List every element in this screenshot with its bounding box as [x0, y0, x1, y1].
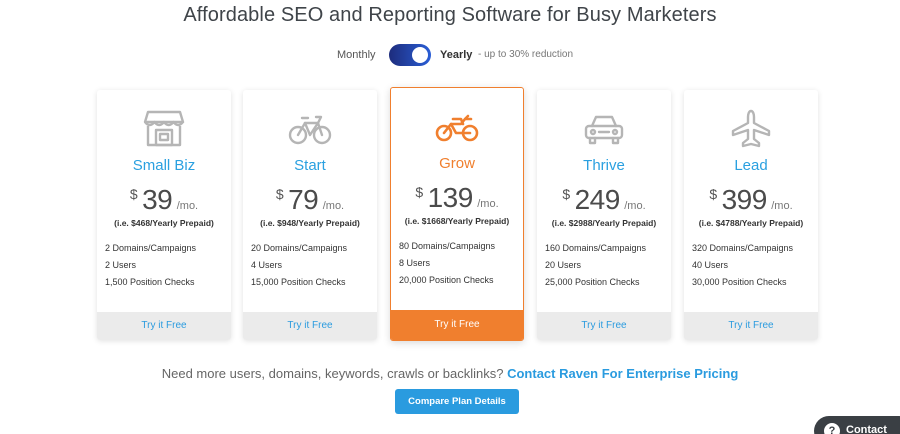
car-icon	[537, 108, 671, 148]
plan-name: Lead	[734, 157, 768, 174]
feature-item: 4 Users	[251, 260, 283, 270]
plan-name: Thrive	[583, 157, 625, 174]
plan-name: Grow	[439, 155, 475, 172]
price-period: /mo.	[477, 198, 499, 210]
plan-name: Start	[294, 157, 326, 174]
billing-toggle-row: Monthly Yearly - up to 30% reduction	[0, 44, 900, 66]
feature-item: 40 Users	[692, 260, 729, 270]
price-currency: $	[129, 186, 138, 202]
feature-item: 160 Domains/Campaigns	[545, 243, 647, 253]
feature-list: 2 Domains/Campaigns 2 Users 1,500 Positi…	[105, 240, 227, 291]
feature-item: 2 Users	[105, 260, 137, 270]
motorcycle-icon	[391, 106, 523, 146]
toggle-knob	[412, 47, 428, 63]
prepaid-note: (i.e. $948/Yearly Prepaid)	[260, 218, 360, 228]
feature-item: 20 Domains/Campaigns	[251, 243, 348, 253]
feature-list: 20 Domains/Campaigns 4 Users 15,000 Posi…	[251, 240, 373, 291]
contact-widget-button[interactable]: ? Contact	[814, 416, 900, 434]
prepaid-note: (i.e. $2988/Yearly Prepaid)	[551, 218, 657, 228]
enterprise-question: Need more users, domains, keywords, craw…	[161, 366, 504, 381]
page-headline: Affordable SEO and Reporting Software fo…	[183, 4, 717, 26]
price-period: /mo.	[624, 200, 646, 212]
feature-item: 15,000 Position Checks	[251, 277, 346, 287]
plan-card-thrive: Thrive $ 249 /mo. (i.e. $2988/Yearly Pre…	[537, 90, 671, 340]
plan-price: $ 39 /mo.	[97, 184, 231, 216]
prepaid-note: (i.e. $1668/Yearly Prepaid)	[404, 216, 510, 226]
price-period: /mo.	[771, 200, 793, 212]
price-currency: $	[415, 184, 424, 200]
feature-item: 25,000 Position Checks	[545, 277, 640, 287]
price-currency: $	[562, 186, 571, 202]
prepaid-note: (i.e. $4788/Yearly Prepaid)	[698, 218, 804, 228]
plan-card-grow: Grow $ 139 /mo. (i.e. $1668/Yearly Prepa…	[390, 87, 524, 341]
price-amount: 139	[427, 182, 474, 213]
plan-name: Small Biz	[132, 157, 196, 174]
compare-plan-details-button[interactable]: Compare Plan Details	[395, 389, 519, 414]
billing-toggle-switch[interactable]	[389, 44, 431, 66]
feature-list: 320 Domains/Campaigns 40 Users 30,000 Po…	[692, 240, 814, 291]
question-icon: ?	[824, 423, 840, 434]
feature-item: 8 Users	[399, 258, 431, 268]
plan-card-small-biz: Small Biz $ 39 /mo. (i.e. $468/Yearly Pr…	[97, 90, 231, 340]
feature-item: 20,000 Position Checks	[399, 275, 494, 285]
price-amount: 249	[574, 184, 621, 215]
plan-price: $ 399 /mo.	[684, 184, 818, 216]
feature-list: 160 Domains/Campaigns 20 Users 25,000 Po…	[545, 240, 667, 291]
try-free-button-thrive[interactable]: Try it Free	[537, 312, 671, 340]
try-free-button-grow[interactable]: Try it Free	[391, 310, 523, 340]
plan-price: $ 139 /mo.	[391, 182, 523, 214]
price-amount: 39	[142, 184, 173, 215]
bicycle-icon	[243, 108, 377, 148]
feature-item: 320 Domains/Campaigns	[692, 243, 794, 253]
enterprise-pricing-link[interactable]: Contact Raven For Enterprise Pricing	[507, 366, 738, 381]
plan-card-start: Start $ 79 /mo. (i.e. $948/Yearly Prepai…	[243, 90, 377, 340]
price-amount: 79	[288, 184, 319, 215]
storefront-icon	[97, 108, 231, 148]
reduction-note: - up to 30% reduction	[478, 49, 574, 60]
feature-item: 2 Domains/Campaigns	[105, 243, 197, 253]
monthly-label[interactable]: Monthly	[337, 49, 376, 61]
contact-label: Contact	[846, 424, 887, 434]
price-period: /mo.	[322, 200, 345, 212]
feature-item: 80 Domains/Campaigns	[399, 241, 496, 251]
price-amount: 399	[721, 184, 768, 215]
feature-item: 30,000 Position Checks	[692, 277, 787, 287]
price-period: /mo.	[176, 200, 199, 212]
yearly-label[interactable]: Yearly	[440, 49, 472, 61]
enterprise-prompt: Need more users, domains, keywords, craw…	[0, 366, 900, 381]
plan-card-lead: Lead $ 399 /mo. (i.e. $4788/Yearly Prepa…	[684, 90, 818, 340]
price-currency: $	[709, 186, 718, 202]
prepaid-note: (i.e. $468/Yearly Prepaid)	[114, 218, 214, 228]
feature-list: 80 Domains/Campaigns 8 Users 20,000 Posi…	[399, 238, 521, 289]
try-free-button-start[interactable]: Try it Free	[243, 312, 377, 340]
feature-item: 20 Users	[545, 260, 582, 270]
try-free-button-lead[interactable]: Try it Free	[684, 312, 818, 340]
price-currency: $	[275, 186, 284, 202]
airplane-icon	[684, 108, 818, 148]
feature-item: 1,500 Position Checks	[105, 277, 195, 287]
plan-price: $ 249 /mo.	[537, 184, 671, 216]
plan-price: $ 79 /mo.	[243, 184, 377, 216]
try-free-button-small-biz[interactable]: Try it Free	[97, 312, 231, 340]
